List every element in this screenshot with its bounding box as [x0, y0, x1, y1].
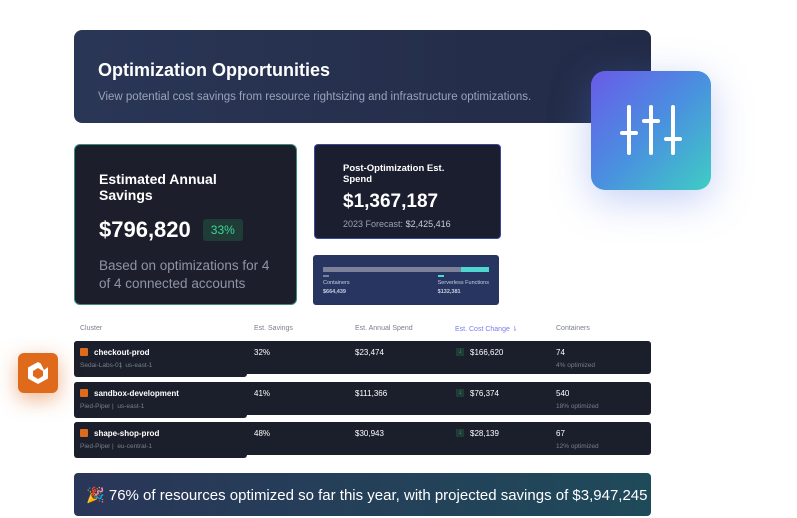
cluster-icon — [80, 389, 88, 397]
cluster-icon — [80, 429, 88, 437]
party-icon: 🎉 — [86, 487, 105, 504]
post-title: Post-Optimization Est. Spend — [343, 163, 445, 185]
cluster-account: Pied-Piper — [80, 443, 111, 450]
cluster-icon — [80, 348, 88, 356]
cluster-name[interactable]: checkout-prod — [94, 348, 150, 357]
est-savings: 32% — [254, 348, 271, 357]
forecast-value: $2,425,416 — [405, 219, 451, 229]
annual-spend: $23,474 — [355, 348, 384, 357]
cluster-cell[interactable] — [74, 422, 247, 458]
container-count: 67 — [556, 429, 565, 438]
arrow-down-icon: ↓ — [456, 348, 464, 356]
breakdown-bar — [323, 267, 489, 272]
annual-spend: $111,366 — [355, 389, 388, 398]
sedai-logo-icon — [18, 353, 58, 393]
cluster-cell[interactable] — [74, 382, 247, 418]
cost-change: $76,374 — [470, 389, 499, 398]
arrow-down-icon: ↓ — [456, 429, 464, 437]
cluster-account: Pied-Piper — [80, 403, 111, 410]
est-savings: 48% — [254, 429, 271, 438]
cost-change: $28,139 — [470, 429, 499, 438]
optimized-percent: 4% optimized — [556, 362, 596, 369]
savings-value: $796,820 — [99, 217, 191, 242]
col-cluster[interactable]: Cluster — [80, 325, 102, 332]
col-spend[interactable]: Est. Annual Spend — [355, 325, 413, 332]
savings-title: Estimated Annual Savings — [99, 171, 217, 203]
page-title: Optimization Opportunities — [98, 60, 330, 80]
cost-change: $166,620 — [470, 348, 504, 357]
post-value: $1,367,187 — [343, 191, 439, 212]
cluster-cell[interactable] — [74, 341, 247, 377]
estimated-savings-card: Estimated Annual Savings $796,820 33% Bas… — [74, 144, 297, 305]
arrow-down-icon: ↓ — [456, 389, 464, 397]
col-containers[interactable]: Containers — [556, 325, 590, 332]
spend-breakdown-card: Containers $664,439 Serverless Functions $… — [313, 255, 499, 305]
sliders-icon — [591, 71, 711, 190]
container-count: 74 — [556, 348, 565, 357]
container-count: 540 — [556, 389, 570, 398]
cluster-region: | us-east-1 — [112, 403, 145, 410]
forecast-label: 2023 Forecast: — [343, 219, 404, 229]
progress-banner: 🎉 76% of resources optimized so far this… — [74, 473, 651, 516]
savings-percent-badge: 33% — [202, 219, 243, 241]
legend-serverless: Serverless Functions $132,381 — [437, 275, 489, 295]
breakdown-segment — [323, 267, 461, 272]
annual-spend: $30,943 — [355, 429, 384, 438]
page-subtitle: View potential cost savings from resourc… — [98, 91, 532, 103]
col-savings[interactable]: Est. Savings — [254, 325, 293, 332]
cluster-name[interactable]: shape-shop-prod — [94, 429, 159, 438]
post-optimization-card: Post-Optimization Est. Spend $1,367,187 … — [314, 144, 501, 239]
breakdown-segment — [460, 267, 489, 272]
savings-description: Based on optimizations for 4 of 4 connec… — [99, 258, 270, 291]
legend-containers: Containers $664,439 — [323, 275, 350, 295]
table-row[interactable]: checkout-prod Sedai-Labs-01 | us-east-1 … — [74, 341, 651, 377]
table-row[interactable]: shape-shop-prod Pied-Piper | eu-central-… — [74, 422, 651, 458]
optimized-percent: 18% optimized — [556, 403, 599, 410]
banner-text: 76% of resources optimized so far this y… — [108, 487, 648, 504]
table-row[interactable]: sandbox-development Pied-Piper | us-east… — [74, 382, 651, 418]
cluster-region: | us-east-1 — [120, 362, 153, 369]
cluster-region: | eu-central-1 — [112, 443, 152, 450]
col-cost-change[interactable]: Est. Cost Change ⇂ — [455, 325, 518, 333]
header-card: Optimization Opportunities View potentia… — [74, 30, 651, 123]
cluster-account: Sedai-Labs-01 — [80, 362, 123, 369]
cluster-name[interactable]: sandbox-development — [94, 389, 179, 398]
optimized-percent: 12% optimized — [556, 443, 599, 450]
est-savings: 41% — [254, 389, 271, 398]
sort-icon: ⇂ — [511, 326, 518, 333]
